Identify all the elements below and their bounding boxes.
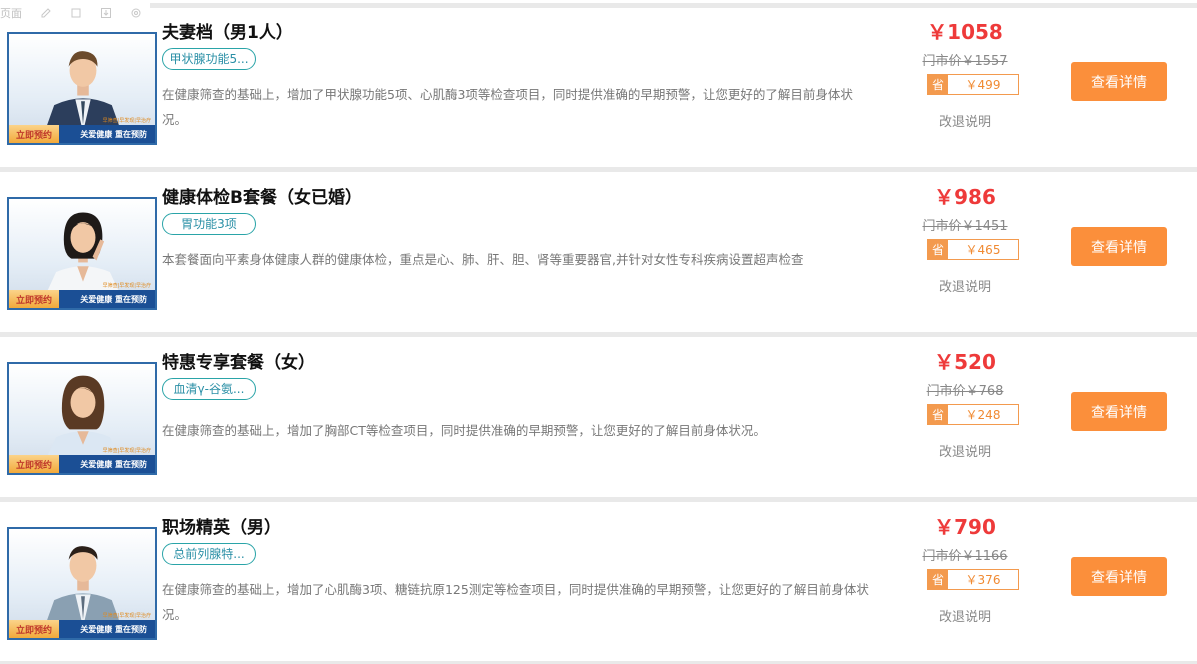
savings-label: 省 xyxy=(928,240,948,259)
package-card: 早筛查|早发现|早治疗 立即预约 关爱健康 重在预防 职场精英（男） 总前列腺特… xyxy=(0,503,1197,663)
package-image[interactable]: 早筛查|早发现|早治疗 立即预约 关爱健康 重在预防 xyxy=(7,362,157,475)
package-title[interactable]: 健康体检B套餐（女已婚） xyxy=(162,183,362,208)
settings-icon[interactable] xyxy=(130,7,142,19)
market-price: 门市价￥768 xyxy=(926,384,1004,399)
savings-badge: 省 ￥248 xyxy=(927,404,1019,425)
floating-toolbar: 页面 xyxy=(0,0,150,26)
book-now-badge[interactable]: 立即预约 xyxy=(9,620,59,638)
savings-amount: ￥465 xyxy=(965,243,1001,257)
package-description: 在健康筛查的基础上，增加了胸部CT等检查项目，同时提供准确的早期预警，让您更好的… xyxy=(162,423,766,438)
package-title[interactable]: 特惠专享套餐（女） xyxy=(162,348,315,373)
package-price: ￥790 xyxy=(934,515,996,539)
package-image[interactable]: 早筛查|早发现|早治疗 立即预约 关爱健康 重在预防 xyxy=(7,32,157,145)
refund-policy-link[interactable]: 改退说明 xyxy=(905,111,1025,130)
badge-tagline: 早筛查|早发现|早治疗 xyxy=(102,448,151,454)
savings-amount: ￥248 xyxy=(965,408,1001,422)
savings-label: 省 xyxy=(928,405,948,424)
package-tag[interactable]: 甲状腺功能5... xyxy=(162,48,256,70)
book-now-badge[interactable]: 立即预约 xyxy=(9,455,59,473)
book-now-badge[interactable]: 立即预约 xyxy=(9,290,59,308)
package-description: 本套餐面向平素身体健康人群的健康体检，重点是心、肺、肝、胆、肾等重要器官,并针对… xyxy=(162,252,804,267)
edit-icon[interactable] xyxy=(40,7,52,19)
savings-label: 省 xyxy=(928,570,948,589)
savings-badge: 省 ￥499 xyxy=(927,74,1019,95)
savings-label: 省 xyxy=(928,75,948,94)
package-title[interactable]: 夫妻档（男1人） xyxy=(162,18,293,43)
package-price: ￥986 xyxy=(934,185,996,209)
package-price: ￥520 xyxy=(934,350,996,374)
package-title[interactable]: 职场精英（男） xyxy=(162,513,281,538)
market-price: 门市价￥1557 xyxy=(922,54,1008,69)
package-tag[interactable]: 总前列腺特... xyxy=(162,543,256,565)
package-image[interactable]: 早筛查|早发现|早治疗 立即预约 关爱健康 重在预防 xyxy=(7,527,157,640)
savings-amount: ￥376 xyxy=(965,573,1001,587)
package-description: 在健康筛查的基础上，增加了甲状腺功能5项、心肌酶3项等检查项目，同时提供准确的早… xyxy=(162,87,853,127)
badge-tagline: 早筛查|早发现|早治疗 xyxy=(102,118,151,124)
view-details-button[interactable]: 查看详情 xyxy=(1071,227,1167,266)
refund-policy-link[interactable]: 改退说明 xyxy=(905,606,1025,625)
package-price: ￥1058 xyxy=(927,20,1003,44)
savings-amount: ￥499 xyxy=(965,78,1001,92)
savings-badge: 省 ￥376 xyxy=(927,569,1019,590)
savings-badge: 省 ￥465 xyxy=(927,239,1019,260)
refund-policy-link[interactable]: 改退说明 xyxy=(905,276,1025,295)
toolbar-label: 页面 xyxy=(0,7,22,20)
package-description: 在健康筛查的基础上，增加了心肌酶3项、糖链抗原125测定等检查项目，同时提供准确… xyxy=(162,582,869,622)
package-tag[interactable]: 血清γ-谷氨... xyxy=(162,378,256,400)
view-details-button[interactable]: 查看详情 xyxy=(1071,62,1167,101)
badge-tagline: 早筛查|早发现|早治疗 xyxy=(102,613,151,619)
crop-icon[interactable] xyxy=(70,7,82,19)
market-price: 门市价￥1451 xyxy=(922,219,1008,234)
package-tag[interactable]: 胃功能3项 xyxy=(162,213,256,235)
book-now-badge[interactable]: 立即预约 xyxy=(9,125,59,143)
view-details-button[interactable]: 查看详情 xyxy=(1071,557,1167,596)
package-card: 早筛查|早发现|早治疗 立即预约 关爱健康 重在预防 夫妻档（男1人） 甲状腺功… xyxy=(0,8,1197,168)
refund-policy-link[interactable]: 改退说明 xyxy=(905,441,1025,460)
download-icon[interactable] xyxy=(100,7,112,19)
badge-tagline: 早筛查|早发现|早治疗 xyxy=(102,283,151,289)
view-details-button[interactable]: 查看详情 xyxy=(1071,392,1167,431)
package-card: 早筛查|早发现|早治疗 立即预约 关爱健康 重在预防 特惠专享套餐（女） 血清γ… xyxy=(0,338,1197,498)
market-price: 门市价￥1166 xyxy=(922,549,1008,564)
package-card: 早筛查|早发现|早治疗 立即预约 关爱健康 重在预防 健康体检B套餐（女已婚） … xyxy=(0,173,1197,333)
package-image[interactable]: 早筛查|早发现|早治疗 立即预约 关爱健康 重在预防 xyxy=(7,197,157,310)
